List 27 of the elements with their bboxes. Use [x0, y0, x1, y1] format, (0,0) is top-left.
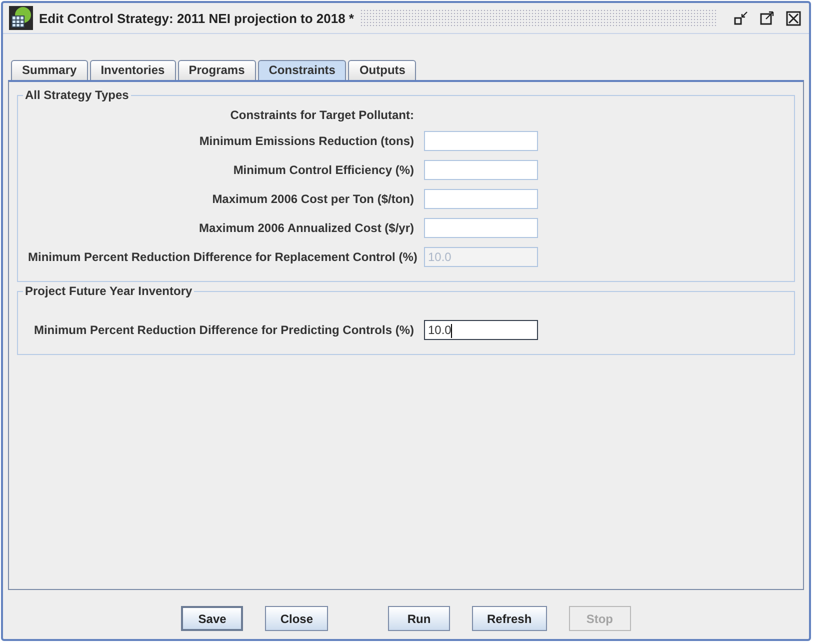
input-field[interactable] — [424, 131, 538, 151]
group-title: Project Future Year Inventory — [24, 284, 194, 298]
tab[interactable]: Programs — [178, 60, 256, 80]
input-field[interactable] — [424, 160, 538, 180]
maximize-icon[interactable] — [760, 11, 774, 25]
field-label: Maximum 2006 Cost per Ton ($/ton) — [211, 192, 414, 206]
input-field[interactable]: 10.0 — [424, 320, 538, 340]
field-label: Minimum Percent Reduction Difference for Predicting Controls (%) — [32, 323, 414, 337]
tab[interactable]: Constraints — [258, 60, 346, 80]
field-label: Maximum 2006 Annualized Cost ($/yr) — [198, 221, 414, 235]
action-button[interactable]: Close — [265, 606, 328, 631]
close-icon[interactable] — [786, 10, 801, 26]
tab[interactable]: Outputs — [348, 60, 416, 80]
window-title: Edit Control Strategy: 2011 NEI projection to 2018 * — [39, 10, 354, 26]
minimize-icon[interactable] — [734, 11, 748, 25]
input-field[interactable] — [424, 218, 538, 238]
action-button[interactable]: Save — [181, 606, 244, 631]
action-button[interactable]: Refresh — [472, 606, 547, 631]
input-field[interactable] — [424, 189, 538, 209]
app-logo-icon — [9, 6, 33, 30]
section-heading: Constraints for Target Pollutant: — [229, 108, 414, 122]
field-label: Minimum Control Efficiency (%) — [232, 163, 414, 177]
field-label: Minimum Emissions Reduction (tons) — [198, 134, 414, 148]
tab[interactable]: Inventories — [90, 60, 176, 80]
group-title: All Strategy Types — [24, 88, 130, 102]
action-button[interactable]: Run — [388, 606, 450, 631]
tab[interactable]: Summary — [11, 60, 88, 80]
